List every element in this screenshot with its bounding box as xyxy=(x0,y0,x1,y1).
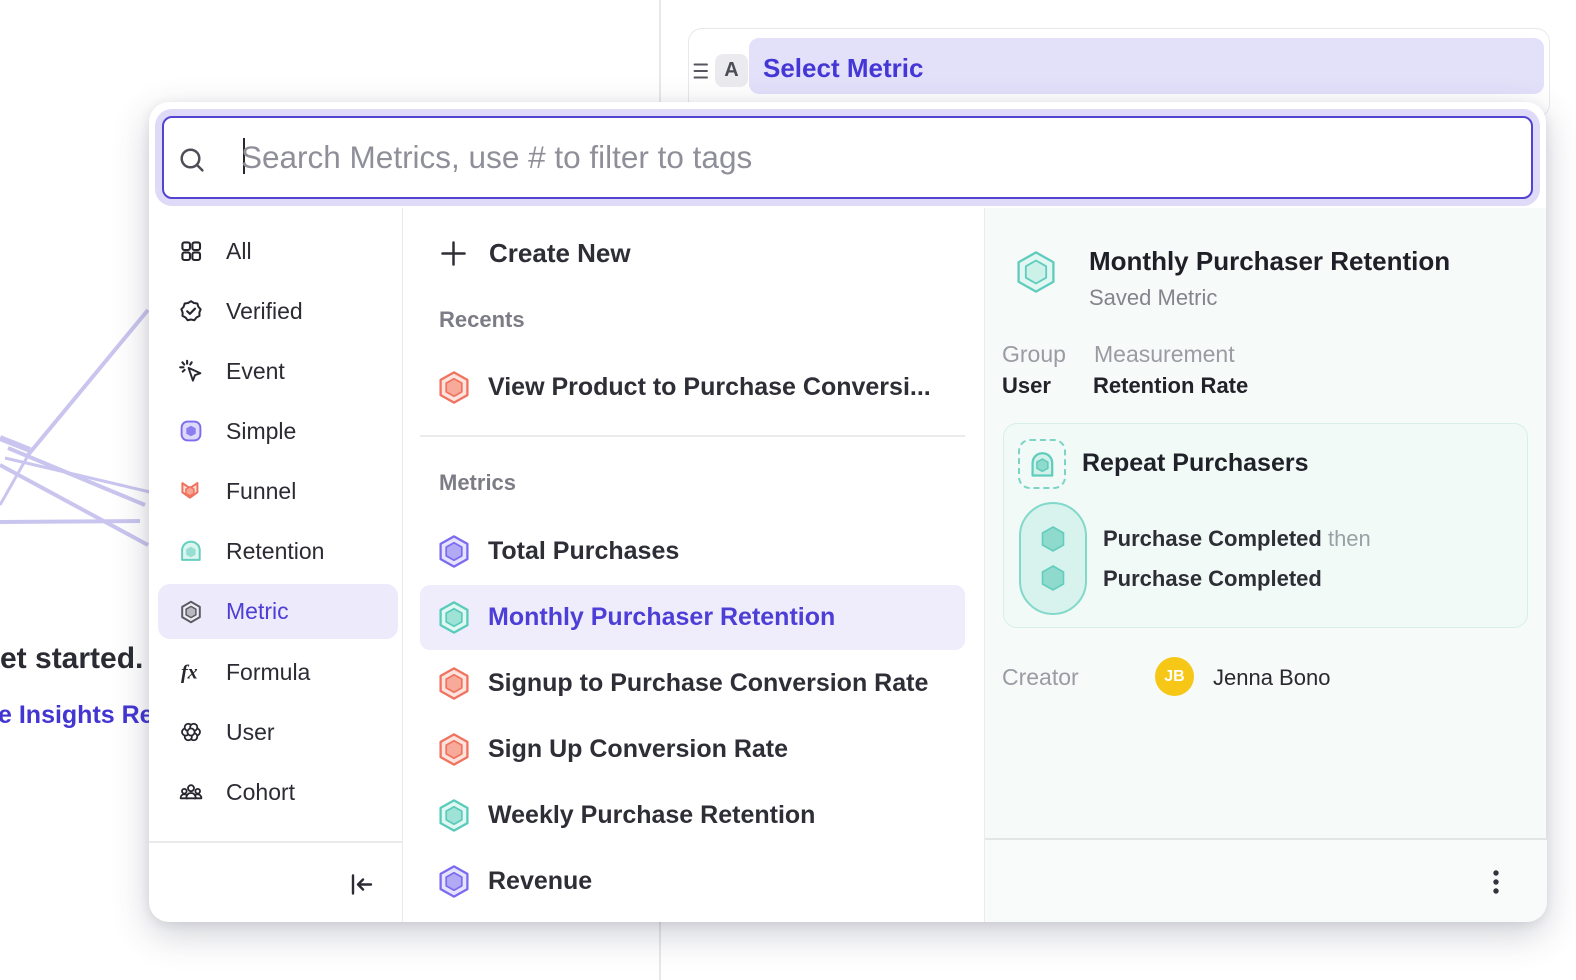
svg-text:fx: fx xyxy=(181,662,198,684)
